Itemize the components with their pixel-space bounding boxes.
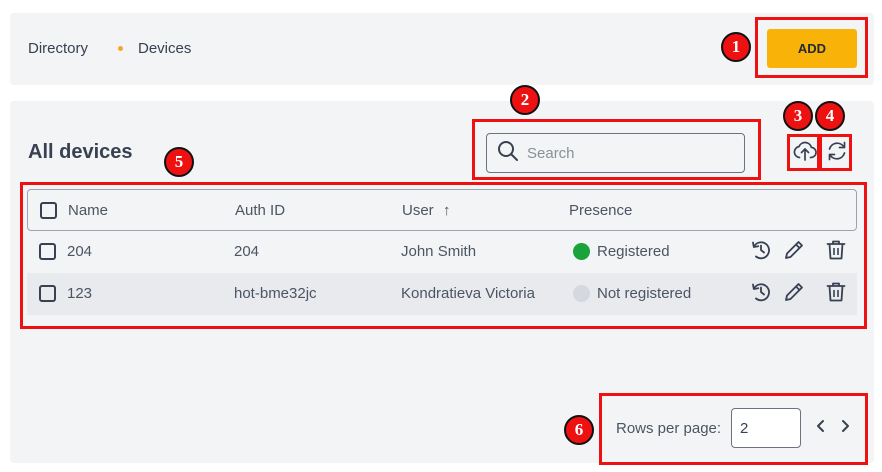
history-button[interactable]: [749, 240, 773, 264]
chevron-left-icon: [814, 419, 828, 438]
search-input[interactable]: [527, 144, 727, 162]
rows-per-page-label: Rows per page:: [616, 420, 722, 437]
select-all-checkbox[interactable]: [40, 202, 57, 219]
sort-ascending-icon[interactable]: ↑: [443, 202, 451, 219]
annotation-badge: 3: [783, 101, 813, 131]
breadcrumb-devices: Devices: [138, 40, 192, 57]
row-checkbox[interactable]: [39, 243, 56, 260]
pencil-icon: [783, 239, 805, 266]
edit-button[interactable]: [782, 240, 806, 264]
previous-page-button[interactable]: [812, 419, 830, 437]
table-header: Name Auth ID User ↑ Presence: [27, 189, 857, 231]
breadcrumb-directory[interactable]: Directory: [28, 40, 88, 57]
breadcrumb-separator: [118, 46, 123, 51]
row-checkbox[interactable]: [39, 285, 56, 302]
annotation-badge: 4: [815, 101, 845, 131]
device-user: John Smith: [401, 243, 477, 260]
trash-icon: [825, 239, 847, 266]
delete-button[interactable]: [824, 240, 848, 264]
device-name: 123: [67, 285, 93, 302]
trash-icon: [825, 281, 847, 308]
delete-button[interactable]: [824, 282, 848, 306]
table-row[interactable]: 204 204 John Smith Registered: [27, 231, 857, 273]
presence-indicator: [573, 243, 590, 260]
presence-indicator: [573, 285, 590, 302]
device-user: Kondratieva Victoria: [401, 285, 535, 302]
refresh-icon: [825, 139, 849, 168]
annotation-badge: 6: [564, 415, 594, 445]
history-button[interactable]: [749, 282, 773, 306]
search-icon: [487, 140, 519, 167]
device-presence: Not registered: [597, 285, 692, 302]
upload-button[interactable]: [792, 140, 818, 166]
edit-button[interactable]: [782, 282, 806, 306]
pencil-icon: [783, 281, 805, 308]
rows-per-page-input[interactable]: [731, 408, 801, 448]
column-name[interactable]: Name: [68, 202, 108, 219]
column-auth-id[interactable]: Auth ID: [235, 202, 285, 219]
annotation-badge: 1: [721, 32, 751, 62]
upload-icon: [793, 139, 817, 168]
next-page-button[interactable]: [836, 419, 854, 437]
add-button[interactable]: ADD: [767, 29, 857, 68]
device-name: 204: [67, 243, 93, 260]
device-auth-id: 204: [234, 243, 260, 260]
refresh-button[interactable]: [824, 140, 850, 166]
device-auth-id: hot-bme32jc: [234, 285, 317, 302]
annotation-badge: 2: [510, 85, 540, 115]
column-presence[interactable]: Presence: [569, 202, 632, 219]
column-user[interactable]: User: [402, 202, 434, 219]
table-row[interactable]: 123 hot-bme32jc Kondratieva Victoria Not…: [27, 273, 857, 315]
annotation-badge: 5: [164, 147, 194, 177]
chevron-right-icon: [838, 419, 852, 438]
page-title: All devices: [28, 141, 133, 163]
history-icon: [750, 239, 772, 266]
device-presence: Registered: [597, 243, 670, 260]
history-icon: [750, 281, 772, 308]
search-box[interactable]: [486, 133, 745, 173]
